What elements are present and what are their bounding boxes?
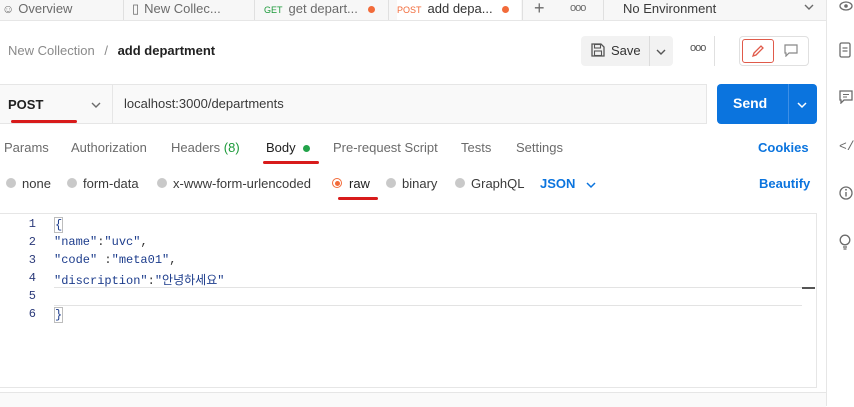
format-select[interactable]: JSON — [540, 176, 597, 191]
line-number: 1 — [28, 217, 36, 231]
tab-tests[interactable]: Tests — [461, 140, 491, 155]
line-number: 6 — [28, 307, 36, 321]
tab-authorization[interactable]: Authorization — [71, 140, 147, 155]
tab-headers[interactable]: Headers (8) — [171, 140, 240, 155]
edit-mode-button[interactable] — [742, 39, 774, 63]
tab-pre-request-script[interactable]: Pre-request Script — [333, 140, 438, 155]
annotation-underline-body — [263, 161, 319, 164]
chevron-down-icon — [586, 182, 596, 188]
radio-binary[interactable] — [386, 178, 396, 188]
radio-urlencoded[interactable] — [157, 178, 167, 188]
documentation-icon[interactable] — [839, 42, 851, 61]
comments-icon[interactable] — [839, 90, 853, 107]
right-sidebar: </ — [826, 0, 854, 406]
radio-raw[interactable] — [332, 178, 342, 188]
breadcrumb-collection[interactable]: New Collection — [8, 43, 95, 58]
code-line-1: { — [54, 217, 64, 233]
headers-count: (8) — [223, 140, 240, 155]
pencil-icon — [751, 44, 765, 63]
tab-settings[interactable]: Settings — [516, 140, 563, 155]
annotation-underline-method — [11, 120, 77, 123]
chevron-down-icon[interactable] — [803, 0, 817, 20]
radio-none-label[interactable]: none — [22, 176, 51, 191]
more-actions-button[interactable]: ooo — [690, 42, 706, 54]
tab-new-collection[interactable]: ▯ New Collec... — [132, 0, 250, 20]
beautify-link[interactable]: Beautify — [759, 176, 810, 191]
radio-urlencoded-label[interactable]: x-www-form-urlencoded — [173, 176, 311, 191]
save-button[interactable]: Save — [581, 36, 673, 66]
line-number: 2 — [28, 235, 36, 249]
code-snippet-icon[interactable]: </ — [839, 139, 854, 154]
tab-get-departments[interactable]: GET get depart... — [264, 0, 384, 20]
tab-body[interactable]: Body — [266, 140, 311, 155]
send-options-chevron-icon[interactable] — [796, 98, 808, 116]
tab-more-icon[interactable]: ooo — [570, 0, 590, 20]
file-icon: ▯ — [132, 1, 140, 16]
view-toggle — [739, 36, 809, 66]
tab-add-department[interactable]: POST add depa... — [397, 0, 521, 20]
code-line-6: } — [54, 307, 64, 323]
radio-raw-label[interactable]: raw — [349, 176, 370, 191]
body-code-editor[interactable]: 1 2 3 4 5 6 { "name":"uvc", "code" :"met… — [0, 213, 817, 388]
chevron-down-icon — [90, 98, 102, 116]
body-active-dot-icon — [303, 145, 311, 153]
unsaved-dot-icon — [367, 6, 375, 14]
scroll-marker — [802, 287, 815, 289]
tab-params[interactable]: Params — [4, 140, 49, 155]
radio-graphql[interactable] — [455, 178, 465, 188]
radio-none[interactable] — [6, 178, 16, 188]
comment-mode-button[interactable] — [776, 39, 806, 63]
line-number: 4 — [28, 271, 36, 285]
send-button[interactable]: Send — [717, 84, 817, 124]
radio-graphql-label[interactable]: GraphQL — [471, 176, 524, 191]
active-line-highlight — [54, 287, 802, 306]
overview-icon: ☺ — [2, 2, 15, 16]
request-tab-strip: ☺ Overview ▯ New Collec... GET get depart..… — [0, 0, 826, 21]
request-name[interactable]: add department — [118, 43, 216, 58]
eye-icon[interactable] — [839, 0, 853, 16]
request-url-bar: POST localhost:3000/departments — [0, 84, 707, 124]
radio-form-data-label[interactable]: form-data — [83, 176, 139, 191]
save-icon — [591, 43, 605, 62]
line-number: 3 — [28, 253, 36, 267]
radio-form-data[interactable] — [67, 178, 77, 188]
unsaved-dot-icon — [502, 6, 510, 14]
comment-icon — [784, 44, 798, 62]
new-tab-plus-icon[interactable]: + — [534, 0, 554, 20]
code-line-4: "discription":"안녕하세요" — [54, 274, 225, 288]
url-input[interactable]: localhost:3000/departments — [124, 96, 284, 111]
method-select[interactable]: POST — [0, 85, 113, 123]
radio-binary-label[interactable]: binary — [402, 176, 437, 191]
code-line-2: "name":"uvc", — [54, 235, 148, 249]
tab-overview[interactable]: ☺ Overview — [2, 0, 120, 20]
code-line-3: "code" :"meta01", — [54, 253, 177, 267]
bottom-status-bar — [0, 392, 826, 407]
info-icon[interactable] — [839, 186, 853, 203]
lightbulb-icon[interactable] — [839, 234, 851, 253]
line-number: 5 — [28, 289, 36, 303]
annotation-underline-raw — [338, 197, 378, 200]
breadcrumb: New Collection / add department — [8, 43, 216, 58]
save-options-chevron-icon[interactable] — [655, 45, 667, 63]
cookies-link[interactable]: Cookies — [758, 140, 809, 155]
environment-select[interactable]: No Environment — [623, 0, 803, 20]
